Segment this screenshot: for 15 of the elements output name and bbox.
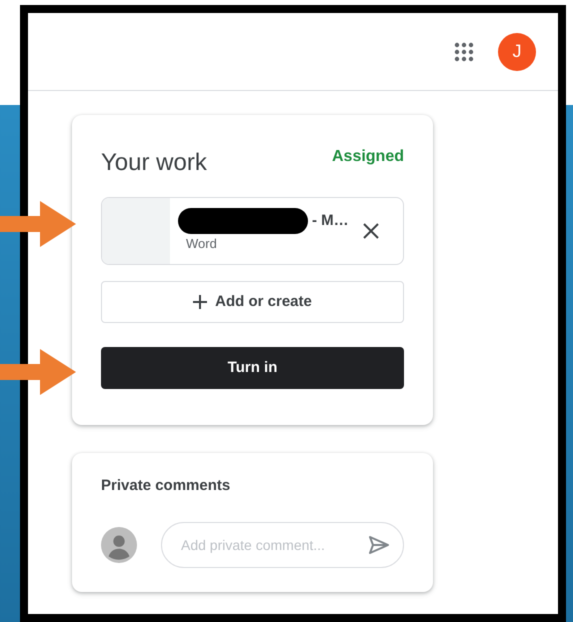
file-name: - M… xyxy=(312,211,349,231)
close-icon[interactable] xyxy=(363,223,379,239)
plus-icon xyxy=(193,295,208,309)
card-title: Your work xyxy=(101,148,207,178)
card-title: Private comments xyxy=(101,476,232,496)
add-or-create-button[interactable]: Add or create xyxy=(101,281,404,323)
user-avatar-icon xyxy=(101,526,137,564)
apps-grid-icon[interactable] xyxy=(454,42,474,62)
file-type: Word xyxy=(185,235,218,254)
file-thumbnail xyxy=(102,198,170,264)
status-label: Assigned xyxy=(332,147,404,167)
attachment-card[interactable]: - M… Word xyxy=(101,197,404,265)
send-icon[interactable] xyxy=(368,534,390,554)
comment-field[interactable]: Add private comment... xyxy=(161,522,404,568)
turn-in-button[interactable]: Turn in xyxy=(101,347,404,389)
